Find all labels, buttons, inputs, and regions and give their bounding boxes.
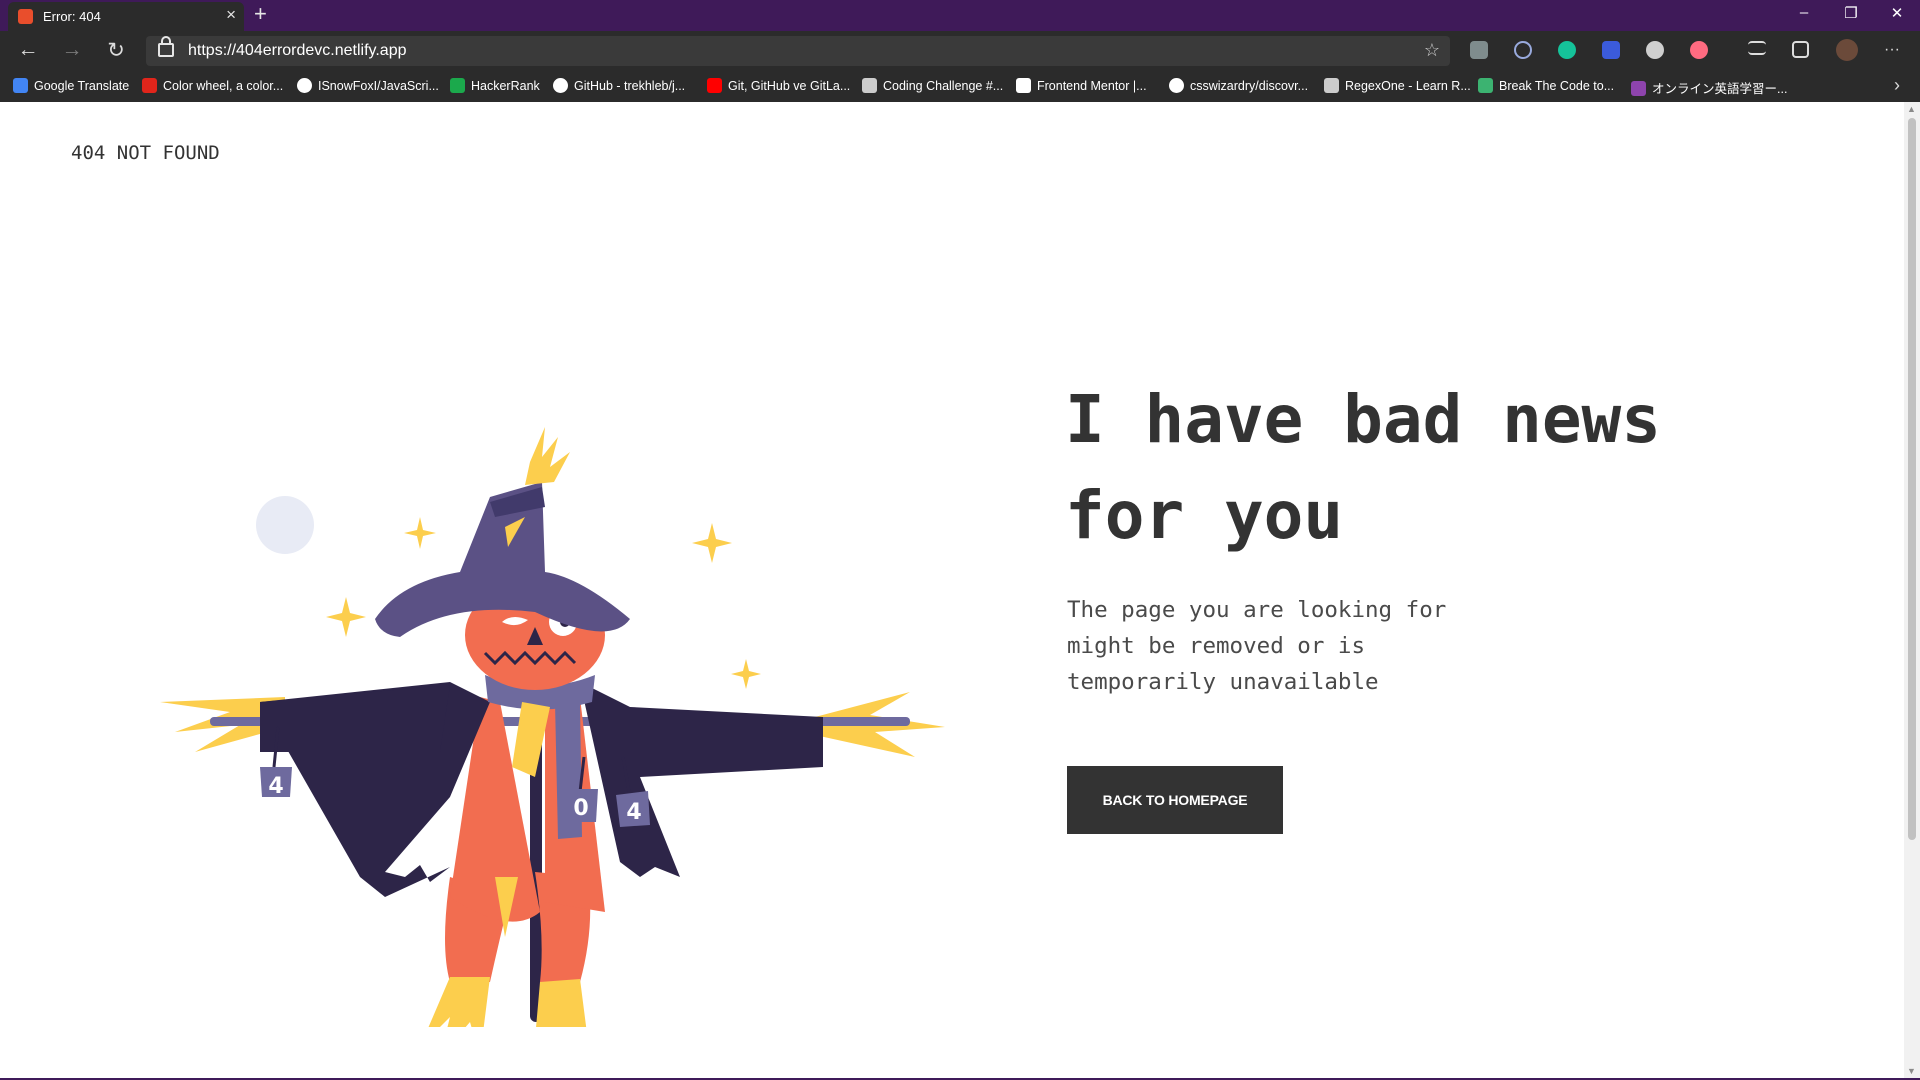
bookmark-item[interactable]: Break The Code to... xyxy=(1478,78,1614,96)
reload-button[interactable]: ↻ xyxy=(102,38,130,63)
new-tab-button[interactable]: + xyxy=(254,1,267,27)
browser-titlebar: Error: 404 × + – ❐ ✕ xyxy=(0,0,1920,31)
bookmark-item[interactable]: オンライン英語学習ー... xyxy=(1631,78,1787,96)
bookmark-item[interactable]: Coding Challenge #... xyxy=(862,78,1003,96)
bookmark-label: オンライン英語学習ー... xyxy=(1652,82,1788,96)
sparkle-icon xyxy=(326,597,366,637)
record-icon[interactable] xyxy=(1690,41,1708,59)
hackerrank-icon xyxy=(450,78,465,93)
grammarly-icon[interactable] xyxy=(1558,41,1576,59)
bookmark-item[interactable]: ISnowFoxI/JavaScri... xyxy=(297,78,439,96)
settings-gear-icon[interactable] xyxy=(1646,41,1664,59)
bookmarks-overflow-chevron-icon[interactable]: › xyxy=(1894,75,1900,96)
scroll-up-arrow-icon[interactable]: ▲ xyxy=(1907,104,1916,114)
github-icon xyxy=(553,78,568,93)
scrollbar-thumb[interactable] xyxy=(1908,118,1916,840)
minimize-button[interactable]: – xyxy=(1790,4,1818,21)
youtube-icon xyxy=(707,78,722,93)
bookmark-item[interactable]: HackerRank xyxy=(450,78,540,96)
bookmark-label: csswizardry/discovr... xyxy=(1190,79,1309,93)
close-window-button[interactable]: ✕ xyxy=(1883,4,1911,22)
bookmark-label: GitHub - trekhleb/j... xyxy=(574,79,686,93)
tab-title: Error: 404 xyxy=(43,9,101,24)
site-favicon-icon xyxy=(18,9,33,24)
headline: I have bad news for you xyxy=(1065,381,1662,554)
site-brand[interactable]: 404 NOT FOUND xyxy=(71,142,220,164)
bookmark-item[interactable]: Color wheel, a color... xyxy=(142,78,283,96)
bookmark-label: HackerRank xyxy=(471,79,540,93)
restore-button[interactable]: ❐ xyxy=(1837,4,1865,22)
bookmark-label: Break The Code to... xyxy=(1499,79,1615,93)
code-icon xyxy=(1478,78,1493,93)
can-label: 4 xyxy=(626,800,641,825)
forward-button[interactable]: → xyxy=(58,38,86,62)
favorite-star-icon[interactable]: ☆ xyxy=(1424,40,1440,61)
bookmark-label: Google Translate xyxy=(34,79,130,93)
sparkle-icon xyxy=(692,523,732,563)
scarecrow-illustration: 4 0 4 xyxy=(160,427,945,1027)
back-to-homepage-button[interactable]: BACK TO HOMEPAGE xyxy=(1067,766,1283,834)
extension-link-icon[interactable] xyxy=(1602,41,1620,59)
bookmark-label: ISnowFoxI/JavaScri... xyxy=(318,79,439,93)
address-url[interactable]: https://404errordevc.netlify.app xyxy=(188,42,407,60)
bookmark-item[interactable]: csswizardry/discovr... xyxy=(1169,78,1308,96)
collections-icon[interactable] xyxy=(1792,41,1809,58)
tab-close-icon[interactable]: × xyxy=(226,5,236,25)
page-content: 404 NOT FOUND 4 0 4 I have bad news for … xyxy=(0,102,1920,1080)
bookmark-item[interactable]: Git, GitHub ve GitLa... xyxy=(707,78,850,96)
codepen-icon xyxy=(862,78,877,93)
sparkle-icon xyxy=(731,659,761,689)
bookmark-label: Color wheel, a color... xyxy=(163,79,284,93)
can-4-left: 4 xyxy=(260,767,292,799)
favorites-icon[interactable] xyxy=(1748,41,1766,55)
vertical-scrollbar[interactable]: ▲ ▼ xyxy=(1904,102,1920,1078)
can-label: 0 xyxy=(573,796,588,821)
bookmarks-bar: Google Translate Color wheel, a color...… xyxy=(0,71,1920,103)
bookmark-item[interactable]: RegexOne - Learn R... xyxy=(1324,78,1471,96)
active-tab[interactable]: Error: 404 × xyxy=(8,2,244,31)
bookmark-label: Coding Challenge #... xyxy=(883,79,1004,93)
regexone-icon xyxy=(1324,78,1339,93)
bookmark-item[interactable]: GitHub - trekhleb/j... xyxy=(553,78,685,96)
moon-icon xyxy=(256,496,314,554)
browser-toolbar: ← → ↻ https://404errordevc.netlify.app ☆… xyxy=(0,31,1920,71)
subtext: The page you are looking for might be re… xyxy=(1067,597,1447,695)
bookmark-label: Git, GitHub ve GitLa... xyxy=(728,79,851,93)
bookmark-item[interactable]: Frontend Mentor |... xyxy=(1016,78,1147,96)
lock-icon xyxy=(158,36,174,57)
address-bar[interactable]: https://404errordevc.netlify.app ☆ xyxy=(146,36,1450,66)
react-devtools-icon[interactable] xyxy=(1514,41,1532,59)
more-menu-icon[interactable]: ··· xyxy=(1878,41,1906,59)
scroll-down-arrow-icon[interactable]: ▼ xyxy=(1907,1066,1916,1076)
adobe-icon xyxy=(142,78,157,93)
can-label: 4 xyxy=(268,774,283,799)
bookmark-label: RegexOne - Learn R... xyxy=(1345,79,1471,93)
english-learning-icon xyxy=(1631,81,1646,96)
google-translate-icon xyxy=(13,78,28,93)
can-0: 0 xyxy=(564,789,598,822)
back-button[interactable]: ← xyxy=(14,38,42,62)
github-icon xyxy=(297,78,312,93)
profile-avatar[interactable] xyxy=(1836,39,1858,61)
github-icon xyxy=(1169,78,1184,93)
sparkle-icon xyxy=(404,517,436,549)
bookmark-label: Frontend Mentor |... xyxy=(1037,79,1147,93)
bookmark-item[interactable]: Google Translate xyxy=(13,78,129,96)
can-4-right: 4 xyxy=(616,791,650,827)
extension-translate-icon[interactable] xyxy=(1470,41,1488,59)
frontend-mentor-icon xyxy=(1016,78,1031,93)
